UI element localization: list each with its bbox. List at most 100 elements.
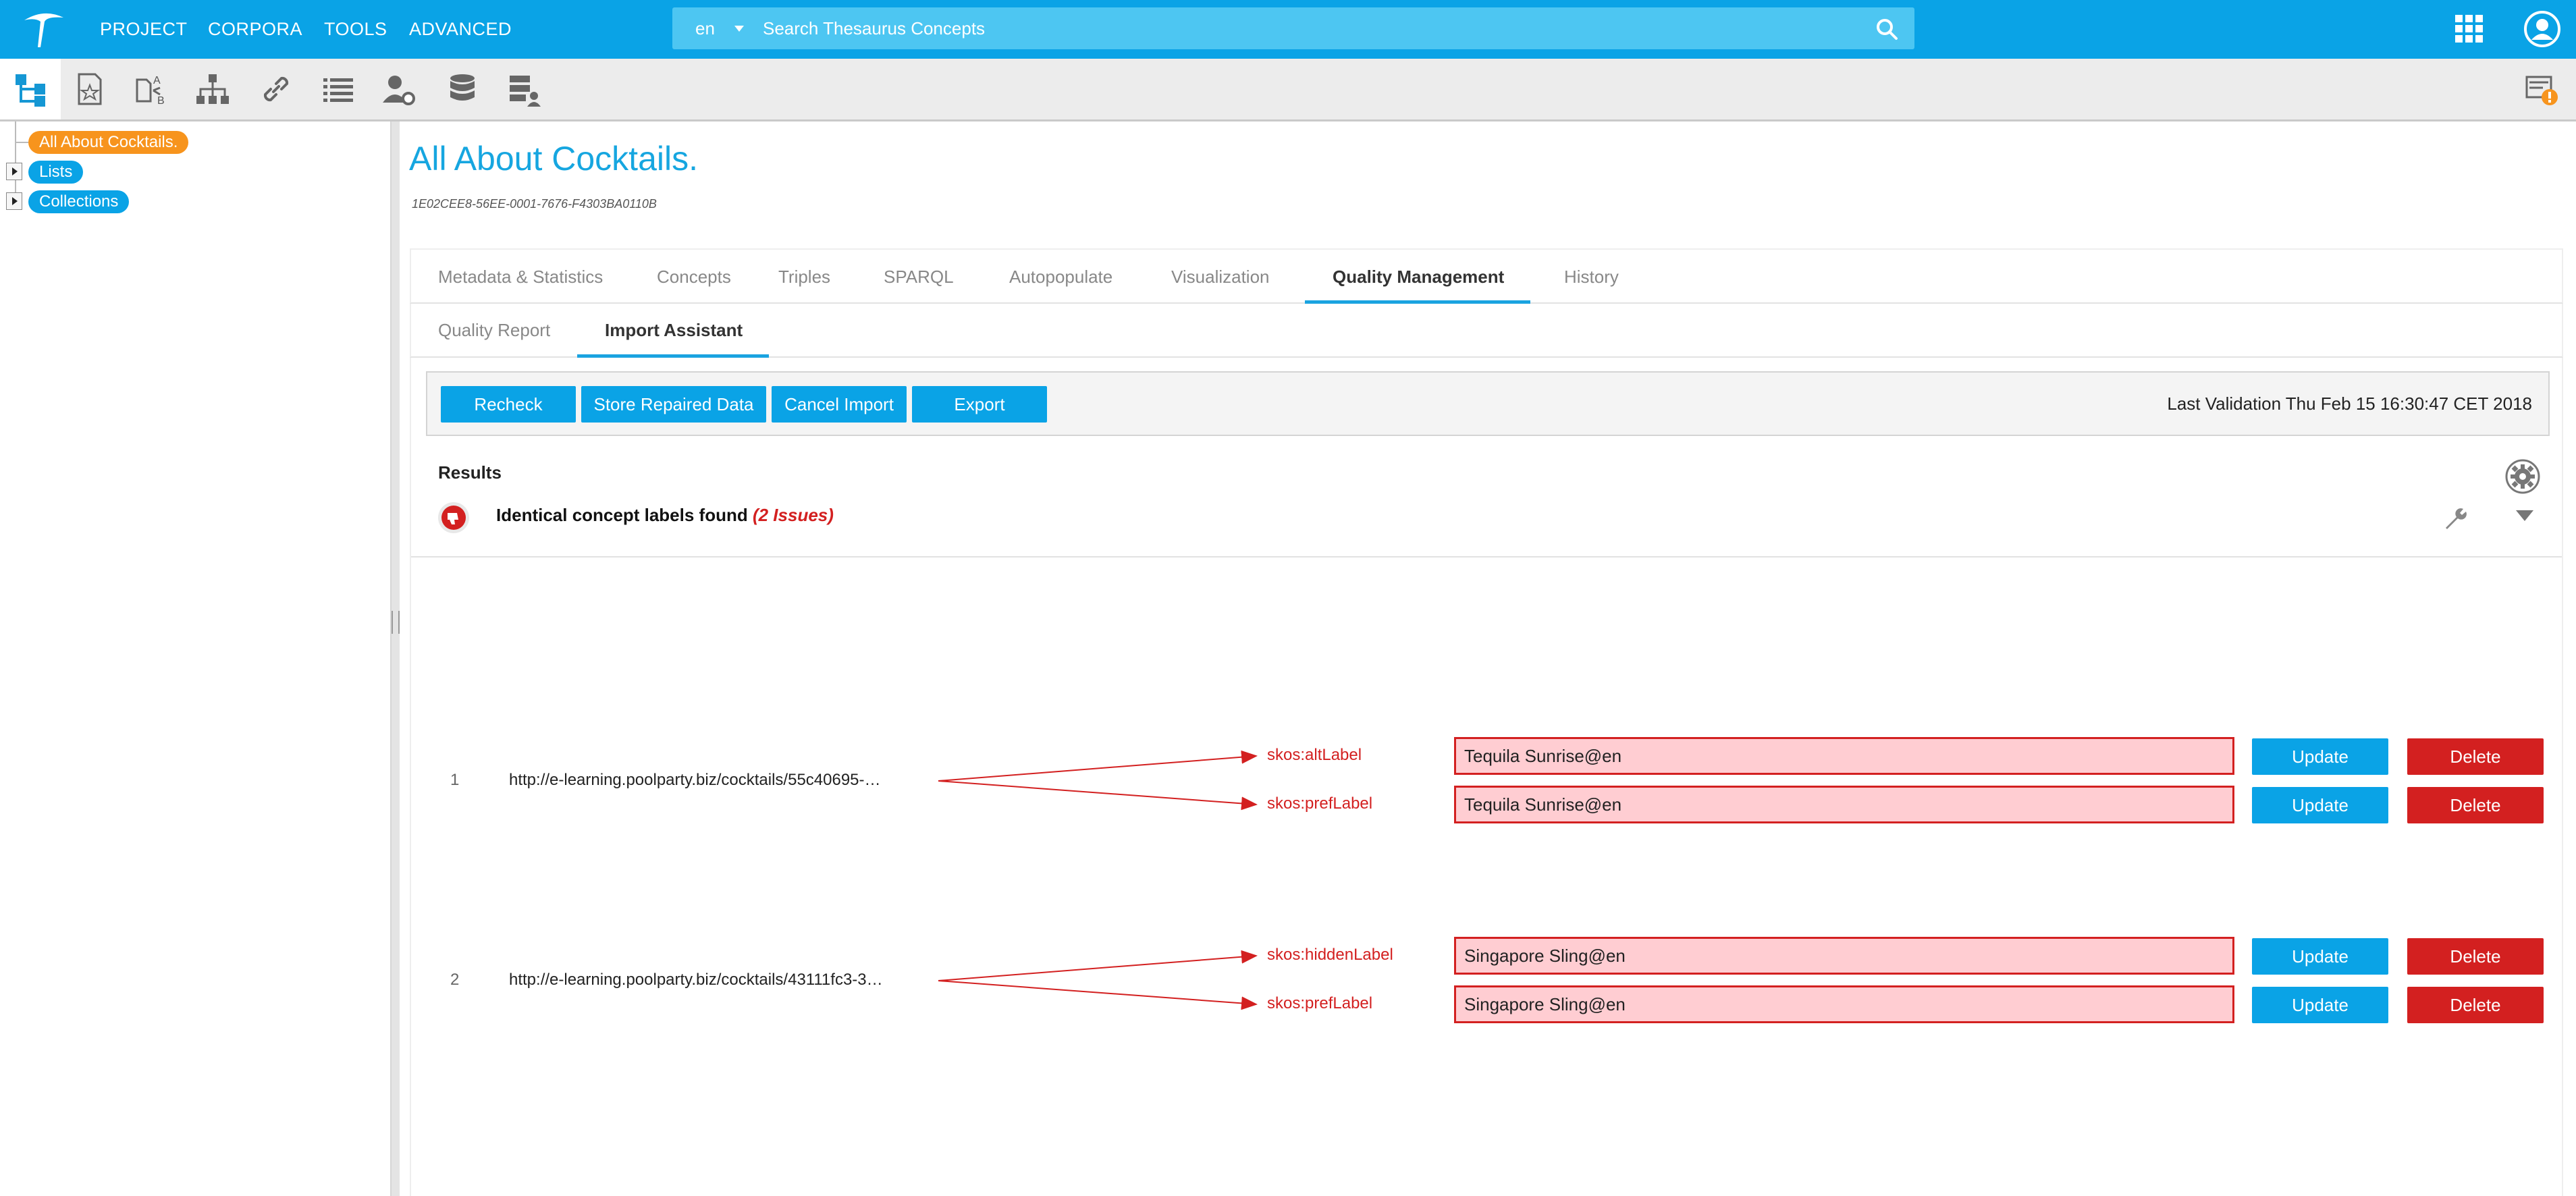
database-tool[interactable] [432, 59, 493, 119]
subtab-import-assistant[interactable]: Import Assistant [605, 304, 743, 356]
bookmark-tool[interactable] [59, 59, 120, 119]
thumbs-down-icon [438, 502, 469, 533]
subtab-quality-report[interactable]: Quality Report [438, 304, 550, 356]
arrow-row2-hiddenlabel [938, 950, 1258, 981]
update-button[interactable]: Update [2252, 987, 2388, 1023]
arrow-row2-preflabel [938, 980, 1258, 1010]
list-icon [323, 78, 353, 102]
update-button[interactable]: Update [2252, 938, 2388, 975]
bookmark-icon [78, 73, 102, 105]
issue-row-number: 1 [450, 771, 460, 789]
svg-text:A: A [153, 75, 161, 86]
label-value-field[interactable]: Tequila Sunrise@en [1454, 786, 2234, 823]
delete-button[interactable]: Delete [2407, 787, 2544, 823]
apps-grid-icon[interactable] [2455, 15, 2484, 43]
svg-text:B: B [157, 95, 165, 107]
chevron-down-icon[interactable] [734, 26, 744, 32]
tab-quality-management[interactable]: Quality Management [1333, 250, 1504, 304]
tree-line [15, 121, 16, 202]
results-heading: Results [438, 462, 502, 483]
recheck-button[interactable]: Recheck [441, 386, 576, 423]
database-user-tool[interactable] [493, 59, 554, 119]
export-button[interactable]: Export [912, 386, 1047, 423]
database-user-icon [510, 76, 541, 107]
top-bar: PROJECT CORPORA TOOLS ADVANCED en [0, 0, 2576, 59]
search-bar: en [672, 7, 1914, 49]
hierarchy-icon [196, 74, 229, 104]
toolbar: A B [0, 59, 2576, 121]
gear-icon[interactable] [2505, 459, 2540, 494]
project-tree-sidebar: All About Cocktails. Lists Collections [0, 121, 392, 1196]
tab-metadata-statistics[interactable]: Metadata & Statistics [438, 250, 603, 304]
link-icon [263, 76, 289, 102]
label-property: skos:altLabel [1267, 746, 1362, 764]
store-repaired-data-button[interactable]: Store Repaired Data [581, 386, 766, 423]
tree-view-tool[interactable] [0, 59, 61, 119]
notifications-tool[interactable] [2511, 59, 2572, 119]
sidebar-splitter[interactable] [392, 121, 400, 1196]
label-property: skos:prefLabel [1267, 794, 1373, 813]
label-value-field[interactable]: Tequila Sunrise@en [1454, 737, 2234, 775]
translate-icon: A B [136, 75, 165, 107]
tab-concepts[interactable]: Concepts [657, 250, 731, 304]
issue-count: (2 Issues) [752, 505, 834, 525]
main-content: All About Cocktails. 1E02CEE8-56EE-0001-… [400, 121, 2576, 1196]
user-settings-tool[interactable] [369, 59, 429, 119]
tab-visualization[interactable]: Visualization [1171, 250, 1270, 304]
notification-warning-icon [2525, 76, 2558, 105]
concept-uri-link[interactable]: http://e-learning.poolparty.biz/cocktail… [509, 771, 881, 790]
nav-project[interactable]: PROJECT [100, 0, 188, 59]
nav-tools[interactable]: TOOLS [324, 0, 387, 59]
nav-corpora[interactable]: CORPORA [208, 0, 302, 59]
expand-lists-toggle[interactable] [6, 163, 22, 180]
tab-autopopulate[interactable]: Autopopulate [1009, 250, 1112, 304]
user-settings-icon [383, 76, 415, 105]
issue-row-number: 2 [450, 971, 460, 989]
delete-button[interactable]: Delete [2407, 938, 2544, 975]
tree-icon [16, 74, 45, 107]
tree-node-collections[interactable]: Collections [28, 190, 130, 213]
search-language-select[interactable]: en [695, 7, 715, 49]
issue-title: Identical concept labels found (2 Issues… [496, 505, 834, 526]
action-bar: Recheck Store Repaired Data Cancel Impor… [426, 371, 2550, 436]
tab-sparql[interactable]: SPARQL [884, 250, 954, 304]
concept-uri-link[interactable]: http://e-learning.poolparty.biz/cocktail… [509, 971, 883, 989]
arrow-row1-preflabel [938, 780, 1258, 811]
project-id: 1E02CEE8-56EE-0001-7676-F4303BA0110B [412, 197, 657, 211]
tab-triples[interactable]: Triples [778, 250, 830, 304]
user-account-icon[interactable] [2523, 10, 2561, 48]
update-button[interactable]: Update [2252, 738, 2388, 775]
nav-advanced[interactable]: ADVANCED [409, 0, 512, 59]
arrow-row1-altlabel [938, 750, 1258, 782]
label-value-field[interactable]: Singapore Sling@en [1454, 937, 2234, 975]
chevron-down-icon[interactable] [2516, 510, 2533, 521]
splitter-grip[interactable] [392, 611, 400, 634]
translation-tool[interactable]: A B [122, 59, 182, 119]
hierarchy-tool[interactable] [182, 59, 243, 119]
link-tool[interactable] [246, 59, 306, 119]
page-title: All About Cocktails. [409, 140, 698, 178]
tree-line [15, 142, 28, 143]
expand-collections-toggle[interactable] [6, 192, 22, 210]
last-validation-text: Last Validation Thu Feb 15 16:30:47 CET … [2167, 393, 2532, 414]
tab-history[interactable]: History [1564, 250, 1619, 304]
issue-title-text: Identical concept labels found [496, 505, 748, 525]
main-tabs: Metadata & Statistics Concepts Triples S… [410, 248, 2563, 304]
tree-node-root[interactable]: All About Cocktails. [28, 131, 189, 154]
database-icon [450, 74, 475, 101]
delete-button[interactable]: Delete [2407, 738, 2544, 775]
sub-tabs: Quality Report Import Assistant [410, 304, 2563, 358]
list-tool[interactable] [308, 59, 369, 119]
tree-node-lists[interactable]: Lists [28, 161, 84, 184]
search-input[interactable] [763, 7, 1843, 49]
import-assistant-panel: Recheck Store Repaired Data Cancel Impor… [410, 358, 2563, 1196]
results-divider [411, 556, 2562, 558]
label-property: skos:prefLabel [1267, 994, 1373, 1012]
delete-button[interactable]: Delete [2407, 987, 2544, 1023]
label-value-field[interactable]: Singapore Sling@en [1454, 985, 2234, 1023]
search-icon[interactable] [1875, 18, 1898, 40]
update-button[interactable]: Update [2252, 787, 2388, 823]
wrench-icon[interactable] [2442, 505, 2469, 532]
poolparty-logo[interactable] [20, 8, 68, 50]
cancel-import-button[interactable]: Cancel Import [772, 386, 907, 423]
